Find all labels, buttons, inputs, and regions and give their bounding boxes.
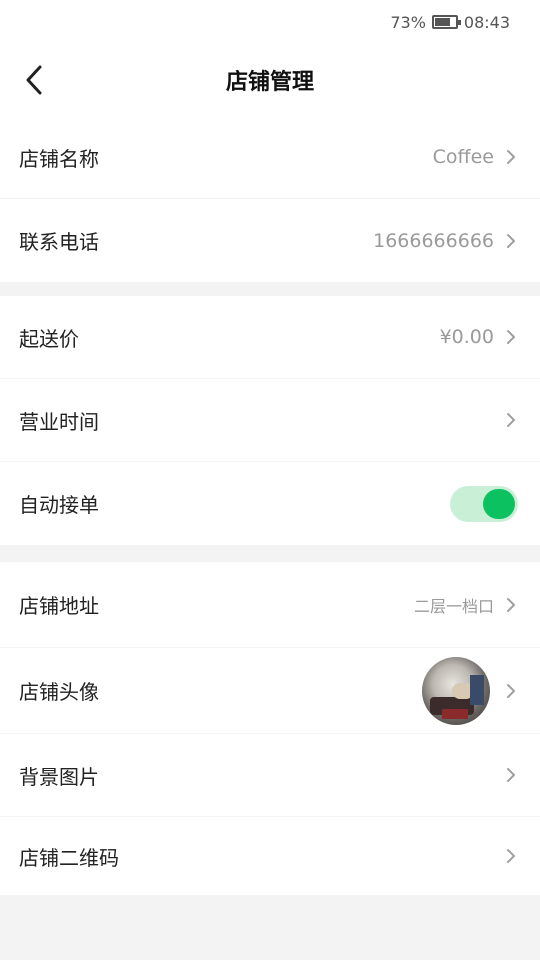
row-label: 自动接单 [19,493,99,517]
battery-level-fill [434,18,450,26]
chevron-right-icon [507,150,515,164]
row-shop-address[interactable]: 店铺地址 二层一档口 [0,562,540,648]
row-label: 店铺二维码 [19,845,119,870]
group-delivery: 起送价 ¥0.00 营业时间 自动接单 [0,296,540,545]
clock: 08:43 [463,12,510,32]
row-label: 店铺地址 [19,594,99,618]
row-auto-accept: 自动接单 [0,462,540,545]
row-label: 背景图片 [19,764,99,789]
row-shop-qrcode[interactable]: 店铺二维码 [0,817,540,895]
row-value: 二层一档口 [413,596,494,616]
group-basic-info: 店铺名称 Coffee 联系电话 1666666666 [0,116,540,282]
row-value: ¥0.00 [439,326,494,348]
battery-percent: 73% [390,12,426,32]
row-shop-avatar[interactable]: 店铺头像 [0,648,540,734]
row-background-image[interactable]: 背景图片 [0,734,540,817]
toggle-knob [483,488,515,519]
chevron-right-icon [507,233,515,248]
row-label: 店铺头像 [19,680,99,704]
row-value: 1666666666 [373,229,494,252]
chevron-right-icon [507,597,515,612]
page-title: 店铺管理 [225,70,314,95]
row-contact-phone[interactable]: 联系电话 1666666666 [0,199,540,282]
chevron-right-icon [507,849,515,863]
row-label: 起送价 [19,326,79,351]
chevron-right-icon [507,413,515,427]
nav-bar: 店铺管理 [0,44,540,116]
shop-avatar-image [422,656,490,725]
row-shop-name[interactable]: 店铺名称 Coffee [0,116,540,199]
group-shop-media: 店铺地址 二层一档口 店铺头像 背景图片 店铺二维码 [0,562,540,895]
row-label: 营业时间 [19,409,99,434]
row-label: 联系电话 [19,230,99,254]
battery-icon [431,15,461,29]
row-business-hours[interactable]: 营业时间 [0,379,540,462]
chevron-right-icon [507,683,515,698]
row-min-order[interactable]: 起送价 ¥0.00 [0,296,540,379]
row-label: 店铺名称 [19,146,99,171]
chevron-right-icon [507,330,515,344]
chevron-right-icon [507,768,515,782]
row-value: Coffee [432,146,494,168]
auto-accept-toggle[interactable] [450,485,518,522]
status-bar: 73% 08:43 [0,0,540,44]
